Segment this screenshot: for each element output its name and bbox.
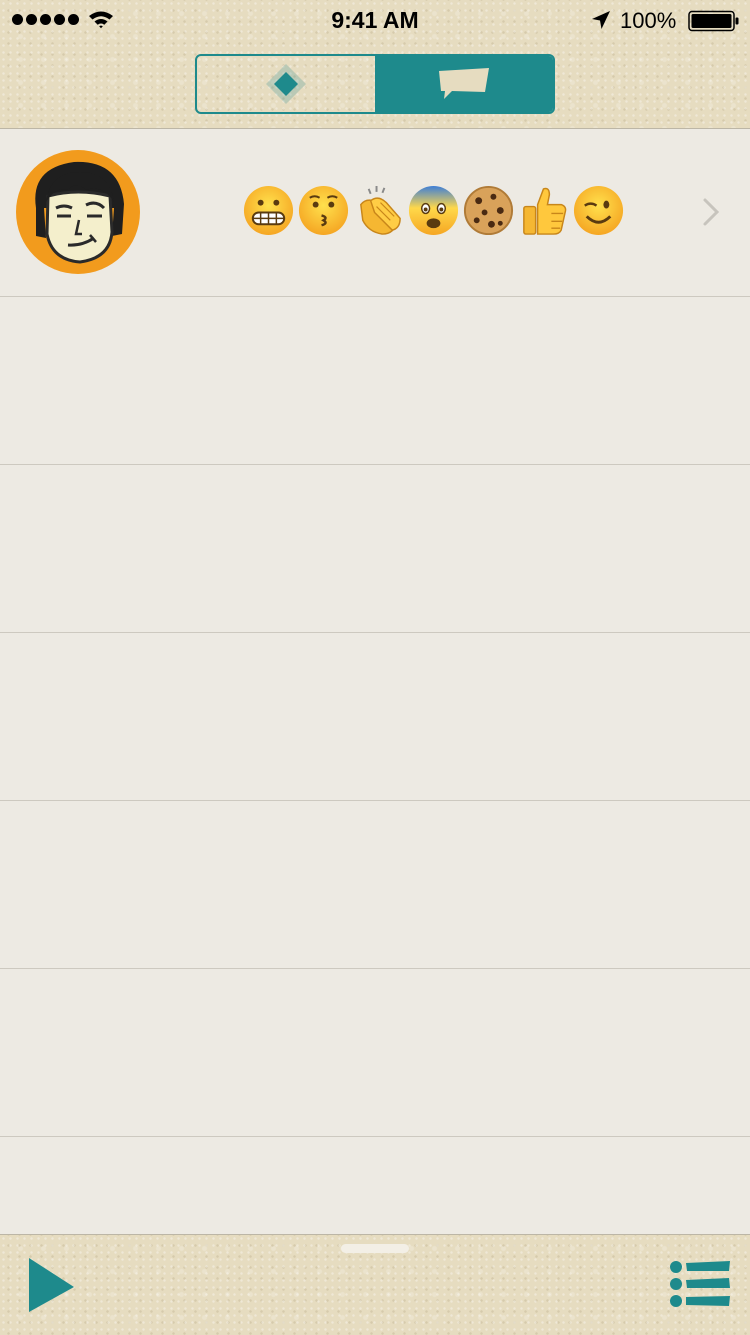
list-item bbox=[0, 633, 750, 801]
segmented-control bbox=[195, 54, 555, 114]
cartoon-face-avatar-icon bbox=[35, 161, 124, 264]
play-icon bbox=[29, 1258, 74, 1312]
fearful-face-icon bbox=[408, 185, 459, 236]
list-item[interactable] bbox=[0, 129, 750, 297]
avatar[interactable] bbox=[16, 150, 140, 274]
status-bar: 9:41 AM 100% bbox=[0, 0, 750, 40]
play-button[interactable] bbox=[26, 1257, 76, 1313]
header-bar: 9:41 AM 100% bbox=[0, 0, 750, 129]
thumbs-up-icon bbox=[523, 187, 567, 235]
drawer-grabber-handle[interactable] bbox=[341, 1244, 409, 1253]
list-button[interactable] bbox=[666, 1261, 732, 1311]
cookie-icon bbox=[463, 185, 514, 236]
segment-speech-bubble[interactable] bbox=[375, 56, 553, 112]
speech-bubble-icon bbox=[439, 68, 489, 99]
segment-diamond[interactable] bbox=[197, 56, 375, 112]
location-arrow-icon bbox=[592, 11, 610, 29]
list-icon bbox=[670, 1261, 730, 1307]
battery-percentage: 100% bbox=[620, 8, 677, 33]
kissing-face-icon bbox=[298, 185, 349, 236]
chevron-right-icon[interactable] bbox=[702, 197, 720, 227]
emoji-strip bbox=[241, 183, 626, 238]
list-item bbox=[0, 465, 750, 633]
diamond-icon bbox=[266, 64, 306, 104]
clapping-hands-icon bbox=[360, 185, 401, 235]
grimacing-face-icon bbox=[243, 185, 294, 236]
battery-icon bbox=[688, 10, 739, 32]
activity-list bbox=[0, 129, 750, 1137]
list-item bbox=[0, 969, 750, 1137]
list-item bbox=[0, 801, 750, 969]
list-item bbox=[0, 297, 750, 465]
bottom-toolbar bbox=[0, 1234, 750, 1335]
winking-face-icon bbox=[573, 185, 624, 236]
